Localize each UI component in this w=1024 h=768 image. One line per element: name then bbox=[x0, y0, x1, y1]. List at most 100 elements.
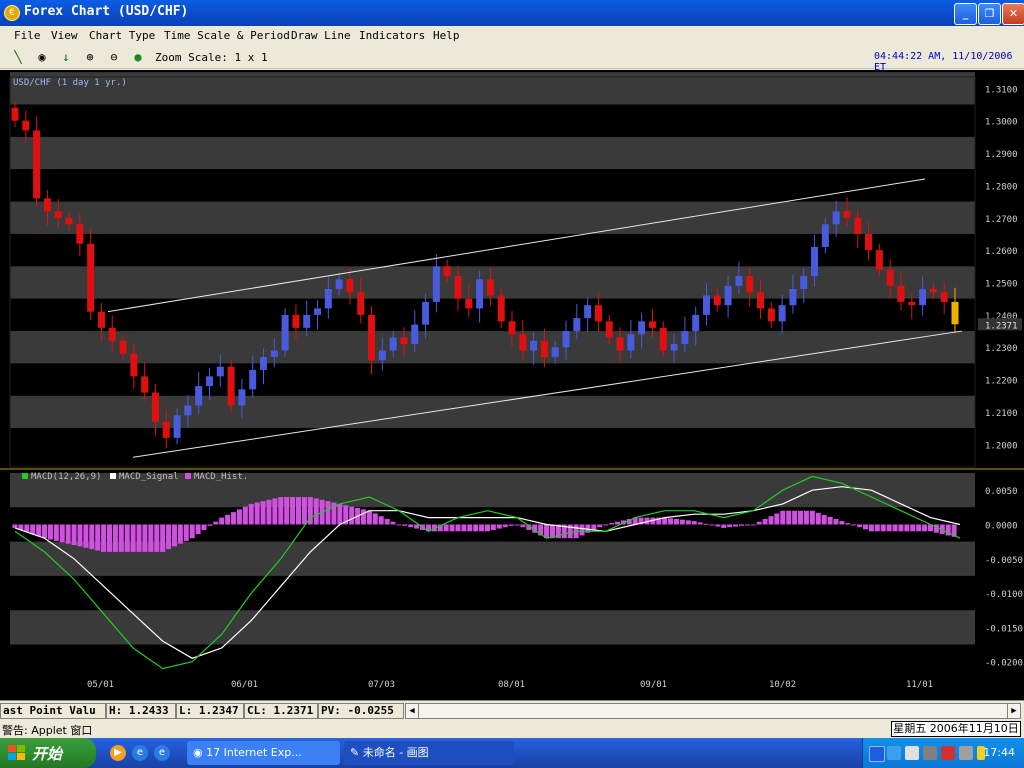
x-axis-label: 05/01 bbox=[87, 680, 114, 690]
horizontal-scrollbar[interactable]: ◀ ▶ bbox=[405, 703, 1021, 719]
candle-body bbox=[130, 353, 138, 377]
menu-chart-type[interactable]: Chart Type bbox=[89, 29, 155, 42]
task-internet-explorer[interactable]: ◉ 17 Internet Exp... bbox=[187, 741, 340, 765]
macd-hist-bar bbox=[668, 518, 674, 525]
macd-hist-bar bbox=[591, 524, 597, 530]
candle-body bbox=[919, 288, 927, 306]
forex-app-icon[interactable]: € bbox=[4, 5, 20, 21]
macd-hist-bar bbox=[839, 521, 845, 525]
menu-file[interactable]: File bbox=[14, 29, 41, 42]
price-chart-title: USD/CHF (1 day 1 yr.) bbox=[13, 78, 127, 88]
scroll-left-icon[interactable]: ◀ bbox=[406, 704, 419, 718]
candle-body bbox=[908, 301, 916, 306]
macd-hist-bar bbox=[154, 524, 160, 552]
menu-help[interactable]: Help bbox=[433, 29, 460, 42]
macd-hist-bar bbox=[36, 524, 42, 537]
macd-hist-bar bbox=[886, 524, 892, 532]
candle-body bbox=[605, 321, 613, 338]
macd-legend-label: MACD_Signal bbox=[119, 472, 179, 482]
ie-icon[interactable]: e bbox=[132, 745, 148, 761]
ie-task-icon: ◉ bbox=[193, 746, 203, 759]
macd-hist-bar bbox=[30, 524, 36, 535]
help-icon[interactable] bbox=[869, 746, 885, 762]
minimize-button[interactable]: _ bbox=[954, 3, 977, 25]
candle-body bbox=[205, 376, 213, 387]
network-icon[interactable] bbox=[887, 746, 901, 760]
candle-body bbox=[702, 295, 710, 315]
candle-body bbox=[357, 292, 365, 315]
menu-view[interactable]: View bbox=[51, 29, 78, 42]
candle-body bbox=[238, 389, 246, 406]
macd-hist-bar bbox=[12, 524, 18, 528]
security-icon[interactable] bbox=[941, 746, 955, 760]
macd-hist-bar bbox=[898, 524, 904, 532]
candle-body bbox=[465, 298, 473, 309]
macd-hist-bar bbox=[231, 512, 237, 525]
price-tick-label: 1.2500 bbox=[985, 280, 1018, 290]
task-paint[interactable]: ✎ 未命名 - 画图 bbox=[344, 741, 514, 765]
candle-body bbox=[800, 276, 808, 289]
menu-indicators[interactable]: Indicators bbox=[359, 29, 425, 42]
candle-body bbox=[432, 266, 440, 302]
menu-time-scale[interactable]: Time Scale & Period bbox=[164, 29, 290, 42]
candle-body bbox=[670, 344, 678, 351]
candle-body bbox=[422, 301, 430, 325]
price-band bbox=[10, 428, 975, 461]
candle-body bbox=[281, 314, 289, 351]
macd-hist-bar bbox=[821, 514, 827, 525]
candle-body bbox=[22, 120, 30, 131]
close-button[interactable]: ✕ bbox=[1002, 3, 1024, 25]
maximize-button[interactable]: ❐ bbox=[978, 3, 1001, 25]
macd-hist-bar bbox=[443, 524, 449, 532]
macd-hist-bar bbox=[697, 522, 703, 525]
candle-body bbox=[497, 295, 505, 322]
candle-body bbox=[778, 305, 786, 322]
candle-body bbox=[443, 266, 451, 277]
macd-hist-bar bbox=[473, 524, 479, 532]
macd-hist-bar bbox=[792, 510, 798, 525]
candle-body bbox=[65, 217, 73, 225]
macd-hist-bar bbox=[313, 498, 319, 525]
candle-body bbox=[854, 217, 862, 234]
last-point-label: ast Point Valu bbox=[0, 703, 106, 719]
printer-icon[interactable] bbox=[923, 746, 937, 760]
media-player-icon[interactable]: ▶ bbox=[110, 745, 126, 761]
candle-body bbox=[368, 314, 376, 361]
macd-band bbox=[10, 644, 975, 679]
menu-draw-line[interactable]: Draw Line bbox=[291, 29, 351, 42]
forex-chart-svg[interactable]: 1.3100 1.3000 1.2900 1.2800 1.2700 1.2600 1.25… bbox=[0, 70, 1024, 700]
target-icon[interactable]: ◉ bbox=[34, 49, 50, 65]
macd-hist-bar bbox=[449, 524, 455, 532]
zoom-in-icon[interactable]: ⊕ bbox=[82, 49, 98, 65]
monitor-icon[interactable] bbox=[959, 746, 973, 760]
zoom-out-icon[interactable]: ⊖ bbox=[106, 49, 122, 65]
status-row: ast Point Valu H: 1.2433 L: 1.2347 CL: 1… bbox=[0, 700, 1024, 720]
candle-body bbox=[540, 340, 548, 357]
macd-hist-bar bbox=[266, 499, 272, 525]
candle-body bbox=[411, 324, 419, 345]
sound-icon[interactable] bbox=[905, 746, 919, 760]
scroll-right-icon[interactable]: ▶ bbox=[1007, 704, 1020, 718]
macd-hist-bar bbox=[59, 524, 65, 543]
reset-icon[interactable]: ● bbox=[130, 49, 146, 65]
date-box: 星期五 2006年11月10日 bbox=[891, 721, 1021, 737]
macd-legend-label: MACD_Hist. bbox=[194, 472, 248, 482]
candle-body bbox=[249, 369, 257, 390]
macd-hist-bar bbox=[325, 501, 331, 525]
ie-alt-icon[interactable]: e bbox=[154, 745, 170, 761]
chart-area[interactable]: 1.3100 1.3000 1.2900 1.2800 1.2700 1.2600 1.25… bbox=[0, 70, 1024, 700]
arrow-down-icon[interactable]: ↓ bbox=[58, 49, 74, 65]
candle-body bbox=[681, 331, 689, 345]
macd-hist-bar bbox=[260, 501, 266, 525]
macd-hist-bar bbox=[171, 524, 177, 547]
start-button[interactable]: 开始 bbox=[0, 738, 96, 768]
candle-body bbox=[746, 276, 754, 293]
macd-hist-bar bbox=[396, 524, 402, 526]
candle-body bbox=[270, 350, 278, 357]
macd-hist-bar bbox=[414, 524, 420, 529]
macd-hist-bar bbox=[662, 517, 668, 525]
paint-task-icon: ✎ bbox=[350, 746, 360, 759]
macd-hist-bar bbox=[360, 509, 366, 525]
draw-line-icon[interactable]: ╲ bbox=[10, 49, 26, 65]
candle-body bbox=[486, 279, 494, 296]
